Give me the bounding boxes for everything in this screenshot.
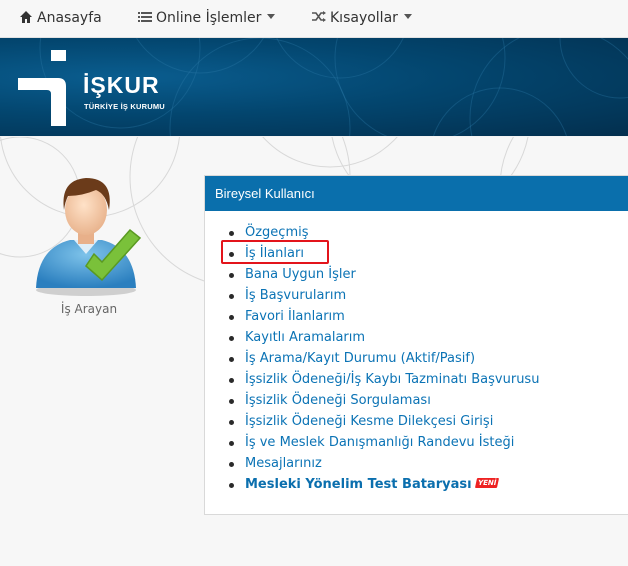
shuffle-icon — [312, 11, 326, 22]
nav-home-label: Anasayfa — [37, 10, 102, 26]
top-navbar: Anasayfa Online İşlemler Kısayollar — [0, 0, 628, 38]
brand-name: İŞKUR — [83, 72, 160, 98]
nav-online-label: Online İşlemler — [156, 10, 262, 26]
bullet-icon — [229, 441, 234, 446]
iskur-logo-icon — [18, 50, 66, 126]
header-banner: İŞKUR TÜRKİYE İŞ KURUMU — [0, 38, 628, 136]
menu-bana-uygun-isler[interactable]: Bana Uygun İşler — [245, 264, 356, 285]
bullet-icon — [229, 357, 234, 362]
menu-kayit-durumu[interactable]: İş Arama/Kayıt Durumu (Aktif/Pasif) — [245, 348, 475, 369]
nav-kisayollar[interactable]: Kısayollar — [312, 0, 412, 37]
menu-kesme-dilekcesi[interactable]: İşsizlik Ödeneği Kesme Dilekçesi Girişi — [245, 411, 493, 432]
chevron-down-icon — [267, 14, 276, 19]
bullet-icon — [229, 336, 234, 341]
user-avatar[interactable] — [30, 170, 148, 304]
menu-issizlik-odenegi-sorgu[interactable]: İşsizlik Ödeneği Sorgulaması — [245, 390, 431, 411]
chevron-down-icon — [403, 14, 412, 19]
list-icon — [138, 12, 152, 22]
menu-mesleki-yonelim-test[interactable]: Mesleki Yönelim Test Bataryası YENİ — [245, 474, 499, 495]
menu-is-basvurularim[interactable]: İş Başvurularım — [245, 285, 346, 306]
menu-mesajlariniz[interactable]: Mesajlarınız — [245, 453, 322, 474]
bullet-icon — [229, 483, 234, 488]
menu-randevu-istegi[interactable]: İş ve Meslek Danışmanlığı Randevu İsteği — [245, 432, 514, 453]
bullet-icon — [229, 273, 234, 278]
bullet-icon — [229, 315, 234, 320]
nav-home[interactable]: Anasayfa — [19, 0, 102, 37]
menu-mesleki-yonelim-label: Mesleki Yönelim Test Bataryası — [245, 477, 472, 492]
individual-user-panel: Bireysel Kullanıcı Özgeçmiş İş İlanları … — [204, 175, 628, 515]
menu-issizlik-odenegi-basvuru[interactable]: İşsizlik Ödeneği/İş Kaybı Tazminatı Başv… — [245, 369, 539, 390]
bullet-icon — [229, 231, 234, 236]
bullet-icon — [229, 378, 234, 383]
bullet-icon — [229, 420, 234, 425]
user-avatar-check-icon — [36, 178, 142, 296]
panel-title: Bireysel Kullanıcı — [205, 176, 628, 211]
highlight-box — [221, 240, 329, 264]
nav-shortcuts-label: Kısayollar — [330, 10, 398, 26]
menu-kayitli-aramalarim[interactable]: Kayıtlı Aramalarım — [245, 327, 365, 348]
iskur-logo[interactable] — [18, 50, 78, 132]
bullet-icon — [229, 462, 234, 467]
bullet-icon — [229, 399, 234, 404]
new-badge: YENİ — [474, 478, 499, 488]
user-type-label: İş Arayan — [60, 302, 118, 316]
bullet-icon — [229, 294, 234, 299]
menu-favori-ilanlarim[interactable]: Favori İlanlarım — [245, 306, 345, 327]
brand-subtitle: TÜRKİYE İŞ KURUMU — [84, 102, 165, 111]
nav-online-islemler[interactable]: Online İşlemler — [138, 0, 276, 37]
home-icon — [20, 11, 32, 23]
